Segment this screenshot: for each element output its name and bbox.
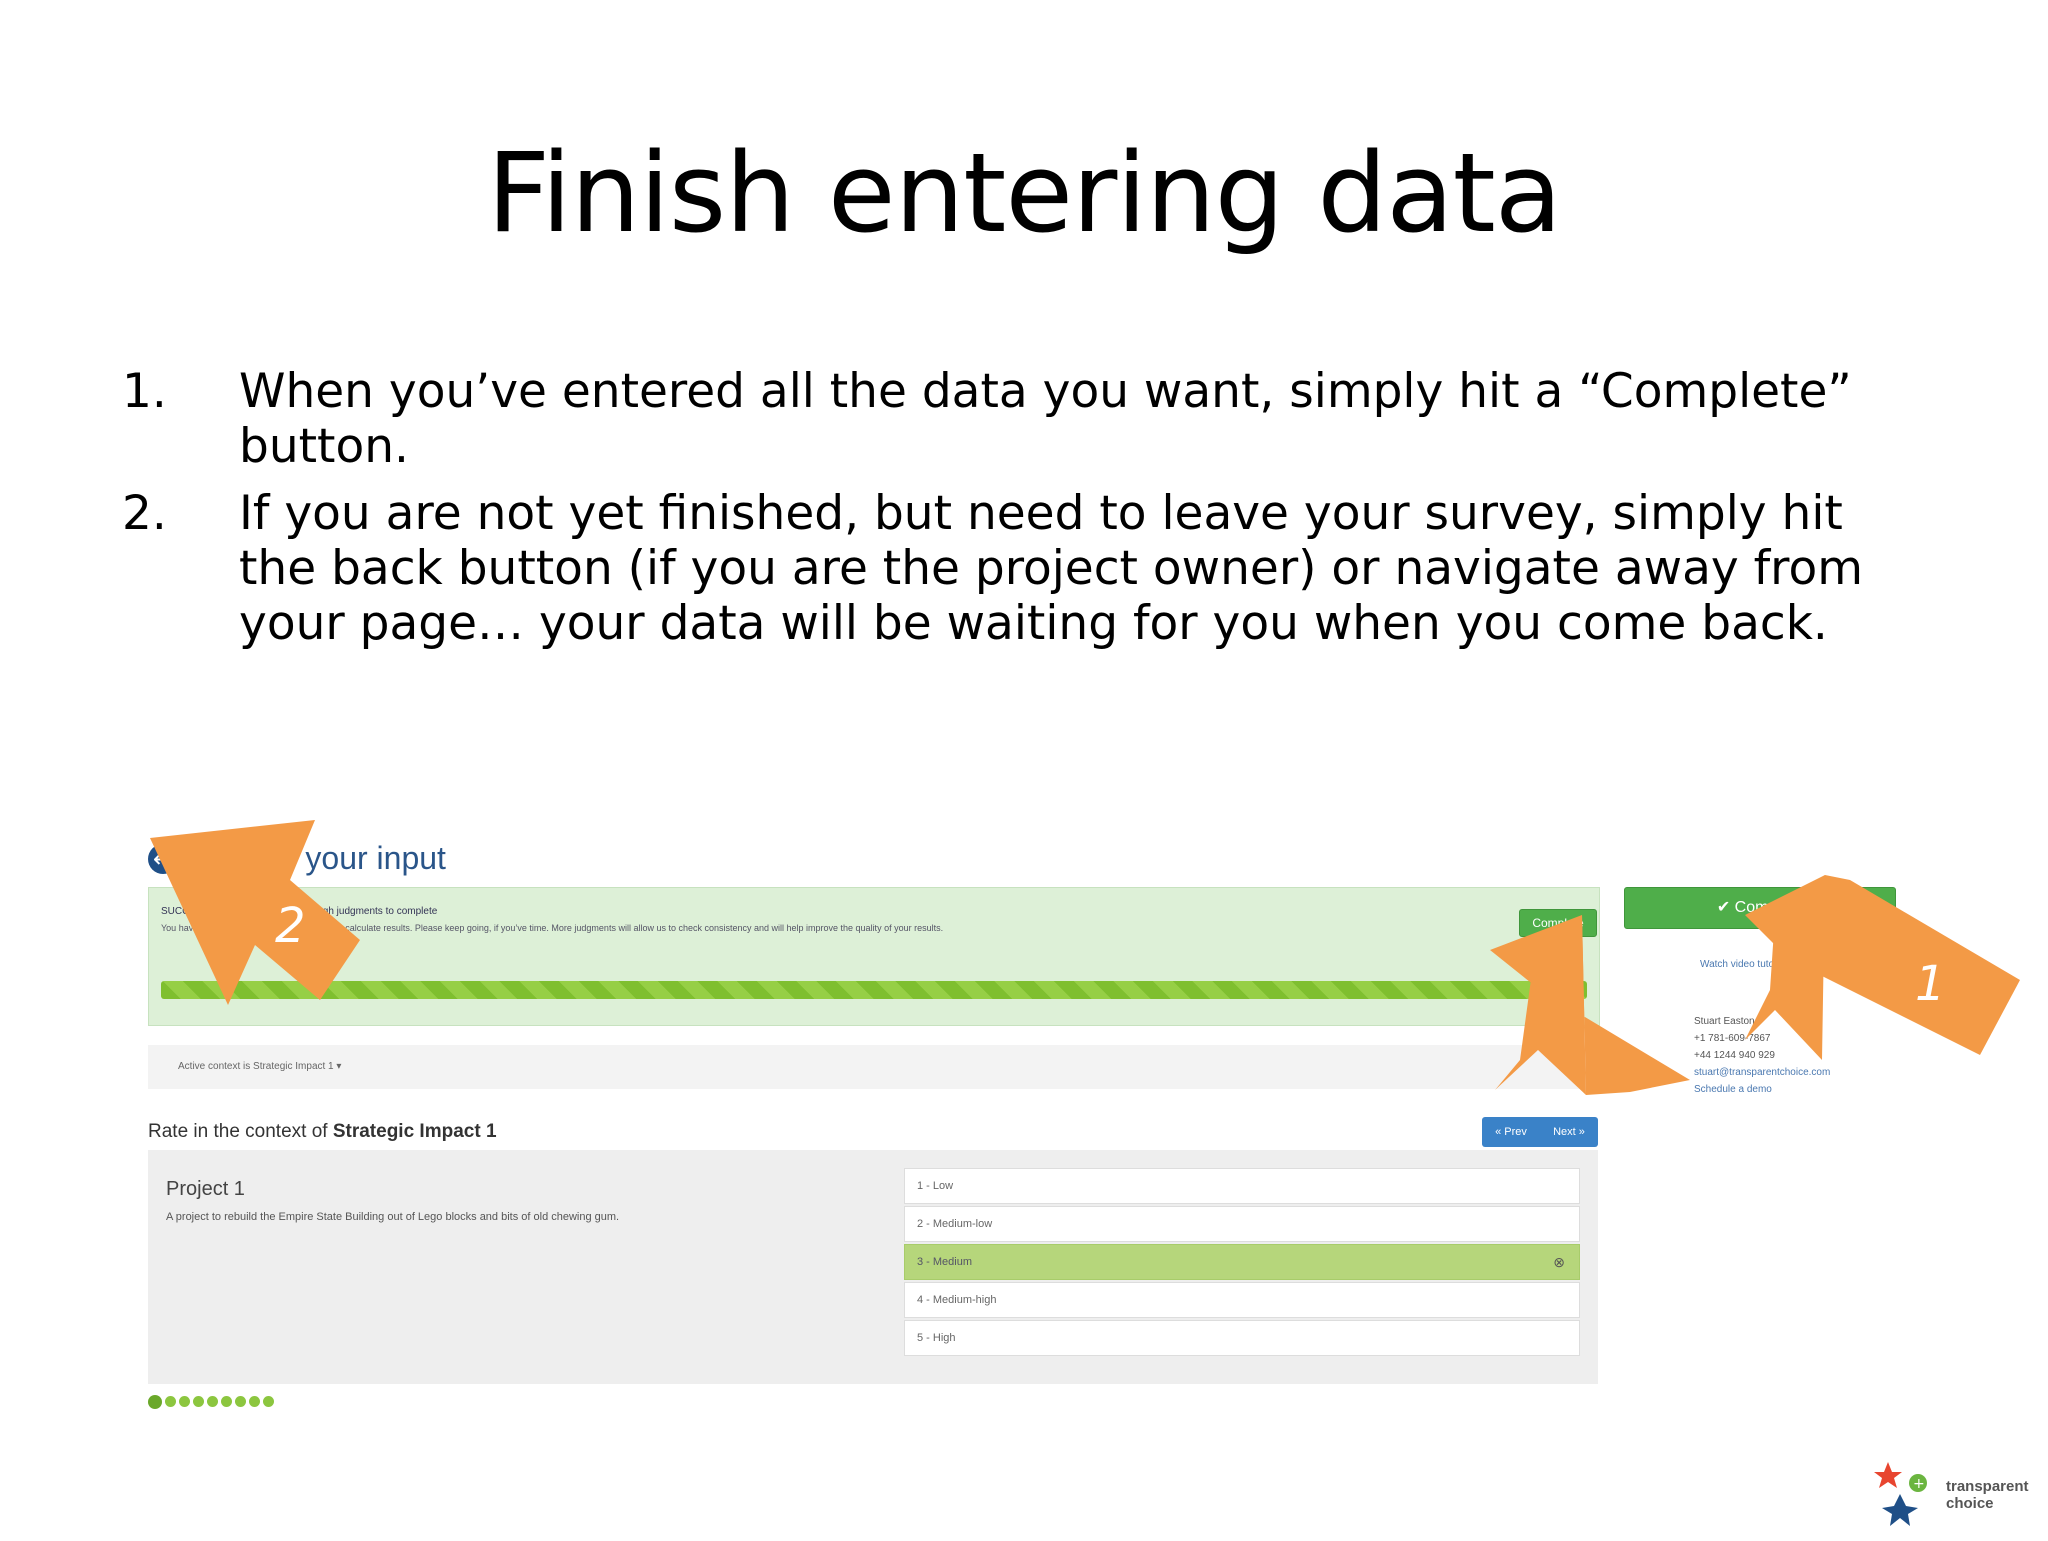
logo-line1: transparent [1946, 1478, 2029, 1495]
progress-bar [161, 981, 1587, 999]
project-description: A project to rebuild the Empire State Bu… [166, 1211, 620, 1223]
page-title: Provide your input [188, 840, 446, 876]
criterion-name: Strategic Impact 1 [332, 1121, 497, 1142]
contact-email[interactable]: stuart@transparentchoice.com [1694, 1064, 1830, 1081]
context-selector[interactable]: Active context is Strategic Impact 1 ▾ [148, 1045, 1598, 1089]
context-label: Active context is Strategic Impact 1 ▾ [178, 1061, 342, 1072]
option-label: 1 - Low [917, 1180, 954, 1192]
sidebar: ✔ Complete Watch video tutorial Stuart E… [1624, 887, 1896, 1107]
rating-option-low[interactable]: 1 - Low [904, 1168, 1580, 1204]
pagination-dots [148, 1395, 274, 1409]
bullet-number: 1. [122, 364, 167, 419]
rating-panel: Project 1 A project to rebuild the Empir… [148, 1150, 1598, 1384]
pagination-dot[interactable] [148, 1395, 162, 1409]
bullet-item: 2. If you are not yet finished, but need… [122, 486, 1902, 651]
pagination-dot[interactable] [249, 1396, 260, 1407]
option-label: 2 - Medium-low [917, 1218, 993, 1230]
option-label: 3 - Medium [917, 1256, 973, 1268]
next-button[interactable]: Next » [1553, 1126, 1585, 1138]
pager: « Prev Next » [1482, 1117, 1598, 1147]
transparent-choice-logo: + transparent choice [1870, 1456, 2040, 1536]
contact-name: Stuart Easton [1694, 1016, 1755, 1027]
contact-info: Stuart Easton +1 781-609-7867 +44 1244 9… [1694, 1013, 1830, 1098]
pagination-dot[interactable] [179, 1396, 190, 1407]
success-heading: SUCCESS – you have entered enough judgme… [161, 906, 438, 917]
pagination-dot[interactable] [165, 1396, 176, 1407]
pagination-dot[interactable] [193, 1396, 204, 1407]
option-label: 5 - High [917, 1332, 956, 1344]
prev-button[interactable]: « Prev [1495, 1126, 1527, 1138]
success-body: You have entered enough judgments for us… [161, 923, 944, 933]
pagination-dot[interactable] [235, 1396, 246, 1407]
bullet-text: If you are not yet finished, but need to… [239, 486, 1864, 651]
bullet-number: 2. [122, 486, 167, 541]
bullet-text: When you’ve entered all the data you wan… [239, 364, 1852, 474]
success-panel: SUCCESS – you have entered enough judgme… [148, 887, 1600, 1026]
rating-option-high[interactable]: 5 - High [904, 1320, 1580, 1356]
rating-option-medium-high[interactable]: 4 - Medium-high [904, 1282, 1580, 1318]
contact-phone-uk: +44 1244 940 929 [1694, 1050, 1775, 1061]
arrow-left-circle-icon[interactable]: ← [148, 843, 178, 874]
schedule-demo-link[interactable]: Schedule a demo [1694, 1081, 1830, 1098]
rating-option-medium-low[interactable]: 2 - Medium-low [904, 1206, 1580, 1242]
rate-header: Rate in the context of Strategic Impact … [148, 1117, 1598, 1147]
complete-button[interactable]: Complete [1519, 909, 1597, 937]
contact-phone-us: +1 781-609-7867 [1694, 1033, 1771, 1044]
bullet-list: 1. When you’ve entered all the data you … [122, 364, 1902, 663]
slide-title: Finish entering data [486, 129, 1562, 257]
rate-label: Rate in the context of Strategic Impact … [148, 1121, 497, 1143]
svg-text:+: + [1913, 1476, 1925, 1492]
project-name: Project 1 [166, 1178, 245, 1200]
logo-line2: choice [1946, 1495, 1994, 1512]
logo-mark-icon: + [1874, 1462, 1927, 1526]
pagination-dot[interactable] [221, 1396, 232, 1407]
pagination-dot[interactable] [263, 1396, 274, 1407]
app-screenshot: ← Provide your input SUCCESS – you have … [140, 820, 2040, 1440]
video-tutorial-link[interactable]: Watch video tutorial [1700, 959, 1787, 970]
rating-option-medium[interactable]: 3 - Medium ⊗ [904, 1244, 1580, 1280]
rate-prefix: Rate in the context of [148, 1121, 328, 1142]
logo-text: transparent choice [1946, 1478, 2029, 1512]
option-label: 4 - Medium-high [917, 1294, 997, 1306]
sidebar-complete-button[interactable]: ✔ Complete [1624, 887, 1896, 929]
page-header: ← Provide your input [148, 840, 446, 877]
pagination-dot[interactable] [207, 1396, 218, 1407]
rating-options: 1 - Low 2 - Medium-low 3 - Medium ⊗ 4 - M… [904, 1168, 1580, 1358]
bullet-item: 1. When you’ve entered all the data you … [122, 364, 1902, 474]
check-circle-icon: ⊗ [1553, 1254, 1565, 1270]
